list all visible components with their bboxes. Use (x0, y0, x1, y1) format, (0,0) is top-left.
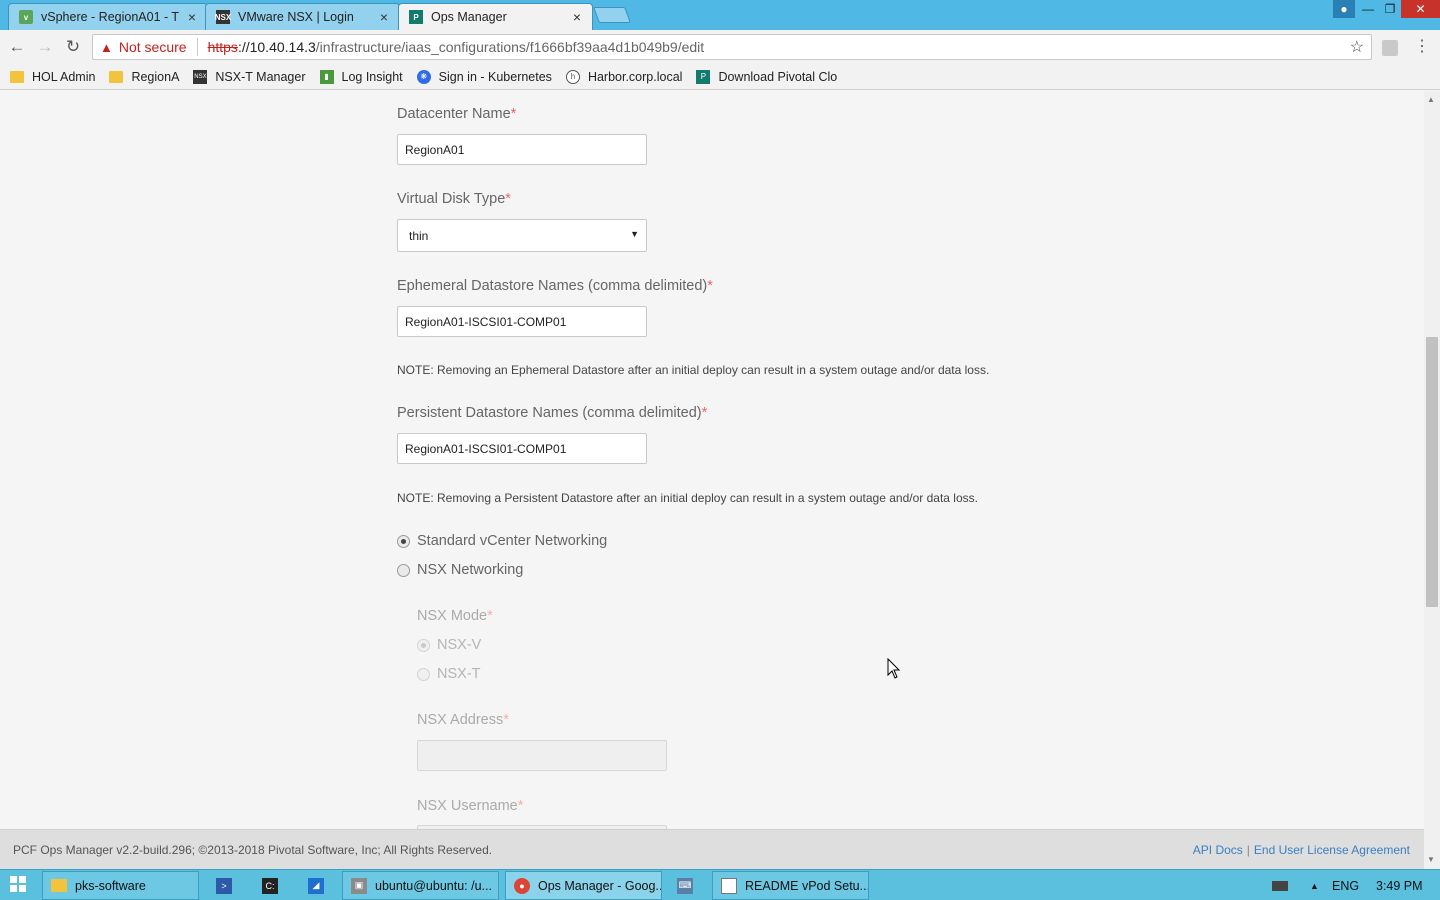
close-window-icon[interactable]: ✕ (1401, 0, 1440, 18)
bookmarks-bar: HOL Admin RegionA NSX NSX-T Manager ▮ Lo… (0, 64, 1440, 90)
standard-vcenter-networking-radio[interactable]: Standard vCenter Networking (397, 533, 607, 549)
close-icon[interactable]: × (377, 9, 391, 25)
nsx-icon: NSX (215, 10, 231, 24)
url-path: /infrastructure/iaas_configurations/f166… (315, 39, 705, 55)
restore-icon[interactable]: ❐ (1379, 0, 1401, 18)
kebab-menu-icon[interactable]: ⋮ (1414, 36, 1430, 56)
nsx-icon: NSX (193, 69, 208, 84)
bookmark-log-insight[interactable]: ▮ Log Insight (319, 69, 403, 84)
keyboard-icon[interactable]: ⌨ (677, 871, 697, 900)
folder-icon (109, 70, 124, 83)
forward-icon[interactable]: → (35, 37, 55, 57)
bookmark-regiona[interactable]: RegionA (109, 70, 179, 84)
ephemeral-datastore-label: Ephemeral Datastore Names (comma delimit… (397, 278, 713, 294)
user-profile-icon[interactable]: ● (1333, 0, 1355, 18)
radio-button[interactable] (417, 667, 430, 681)
putty-icon: ▣ (351, 877, 367, 894)
back-icon[interactable]: ← (7, 37, 27, 57)
show-hidden-icons-chevron-icon[interactable]: ▲ (1310, 871, 1322, 900)
url-scheme: https (207, 39, 238, 55)
harbor-icon: h (565, 69, 580, 84)
wireshark-icon[interactable]: ◢ (308, 871, 328, 900)
extension-icon[interactable] (1382, 40, 1398, 56)
language-indicator[interactable]: ENG (1332, 871, 1359, 900)
powershell-icon[interactable]: > (216, 871, 236, 900)
tab-ops-manager[interactable]: P Ops Manager × (398, 3, 593, 30)
radio-button[interactable] (397, 563, 410, 577)
vertical-scrollbar[interactable]: ▲ ▼ (1424, 91, 1440, 869)
taskbar-item-pks-software[interactable]: pks-software (42, 871, 199, 900)
nsx-v-radio[interactable]: NSX-V (417, 637, 481, 653)
scroll-up-icon[interactable]: ▲ (1427, 95, 1435, 104)
persistent-datastore-note: NOTE: Removing a Persistent Datastore af… (397, 491, 978, 505)
ephemeral-datastore-note: NOTE: Removing an Ephemeral Datastore af… (397, 363, 990, 377)
chart-icon: ▮ (319, 69, 334, 84)
close-icon[interactable]: × (185, 9, 199, 25)
scrollbar-thumb[interactable] (1426, 337, 1438, 607)
url-host: ://10.40.14.3 (237, 39, 316, 55)
dropdown-arrow-icon: ▼ (630, 229, 639, 239)
pivotal-icon: P (409, 10, 423, 24)
bookmark-download-pivotal[interactable]: P Download Pivotal Clo (696, 69, 837, 84)
eula-link[interactable]: End User License Agreement (1254, 843, 1410, 857)
virtual-disk-type-label: Virtual Disk Type* (397, 191, 511, 207)
reload-icon[interactable]: ↻ (63, 37, 83, 57)
browser-tab-strip: v vSphere - RegionA01 - T × NSX VMware N… (0, 0, 1440, 30)
address-bar[interactable]: ▲ Not secure https ://10.40.14.3 /infras… (92, 34, 1372, 60)
ephemeral-datastore-input[interactable]: RegionA01-ISCSI01-COMP01 (397, 306, 647, 337)
pivotal-icon: P (696, 69, 711, 84)
page-content: Datacenter Name* RegionA01 Virtual Disk … (0, 91, 1424, 829)
datacenter-name-label: Datacenter Name* (397, 106, 517, 122)
datacenter-name-input[interactable]: RegionA01 (397, 134, 647, 165)
persistent-datastore-label: Persistent Datastore Names (comma delimi… (397, 405, 708, 421)
cmd-icon[interactable]: C: (262, 871, 282, 900)
notepad-icon (721, 877, 737, 894)
folder-icon (51, 879, 67, 892)
bookmark-kubernetes[interactable]: ❋ Sign in - Kubernetes (416, 69, 552, 84)
browser-toolbar: ← → ↻ ▲ Not secure https ://10.40.14.3 /… (0, 30, 1440, 64)
windows-start-icon[interactable] (10, 876, 26, 892)
tab-vsphere[interactable]: v vSphere - RegionA01 - T × (8, 3, 208, 30)
bookmark-hol-admin[interactable]: HOL Admin (10, 70, 95, 84)
new-tab-button[interactable] (593, 7, 631, 23)
minimize-icon[interactable]: — (1357, 0, 1379, 18)
radio-button[interactable] (417, 638, 430, 652)
folder-icon (10, 70, 24, 83)
close-icon[interactable]: × (570, 9, 584, 25)
vsphere-icon: v (19, 10, 33, 24)
bookmark-harbor[interactable]: h Harbor.corp.local (565, 69, 682, 84)
scroll-down-icon[interactable]: ▼ (1427, 855, 1435, 864)
chrome-icon: ● (514, 877, 530, 894)
nsx-networking-radio[interactable]: NSX Networking (397, 562, 523, 578)
kubernetes-icon: ❋ (416, 69, 431, 84)
radio-button[interactable] (397, 534, 410, 548)
divider (196, 38, 198, 56)
footer-links: API Docs | End User License Agreement (1192, 842, 1410, 857)
copyright-text: PCF Ops Manager v2.2-build.296; ©2013-20… (13, 842, 493, 857)
keyboard-tray-icon[interactable] (1272, 871, 1292, 900)
nsx-username-label: NSX Username* (417, 798, 524, 814)
nsx-address-label: NSX Address* (417, 712, 509, 728)
security-status[interactable]: Not secure (119, 39, 187, 55)
system-clock[interactable]: 3:49 PM (1376, 871, 1423, 900)
api-docs-link[interactable]: API Docs (1193, 843, 1243, 857)
bookmark-nsx-t-manager[interactable]: NSX NSX-T Manager (193, 69, 306, 84)
tab-nsx-login[interactable]: NSX VMware NSX | Login × (205, 3, 400, 30)
nsx-mode-label: NSX Mode* (417, 608, 493, 624)
taskbar-item-putty[interactable]: ▣ ubuntu@ubuntu: /u... (342, 871, 499, 900)
nsx-address-input[interactable] (417, 740, 667, 771)
taskbar-item-readme[interactable]: README vPod Setu... (712, 871, 869, 900)
mouse-cursor-icon (887, 658, 901, 679)
bookmark-star-icon[interactable]: ☆ (1350, 37, 1364, 57)
taskbar-item-chrome[interactable]: ● Ops Manager - Goog... (505, 871, 662, 900)
persistent-datastore-input[interactable]: RegionA01-ISCSI01-COMP01 (397, 433, 647, 464)
nsx-t-radio[interactable]: NSX-T (417, 666, 481, 682)
warning-icon: ▲ (100, 39, 113, 55)
page-footer: PCF Ops Manager v2.2-build.296; ©2013-20… (0, 829, 1424, 869)
virtual-disk-type-select[interactable]: thin ▼ (397, 219, 647, 252)
windows-taskbar: pks-software > C: ◢ ▣ ubuntu@ubuntu: /u.… (0, 869, 1440, 900)
